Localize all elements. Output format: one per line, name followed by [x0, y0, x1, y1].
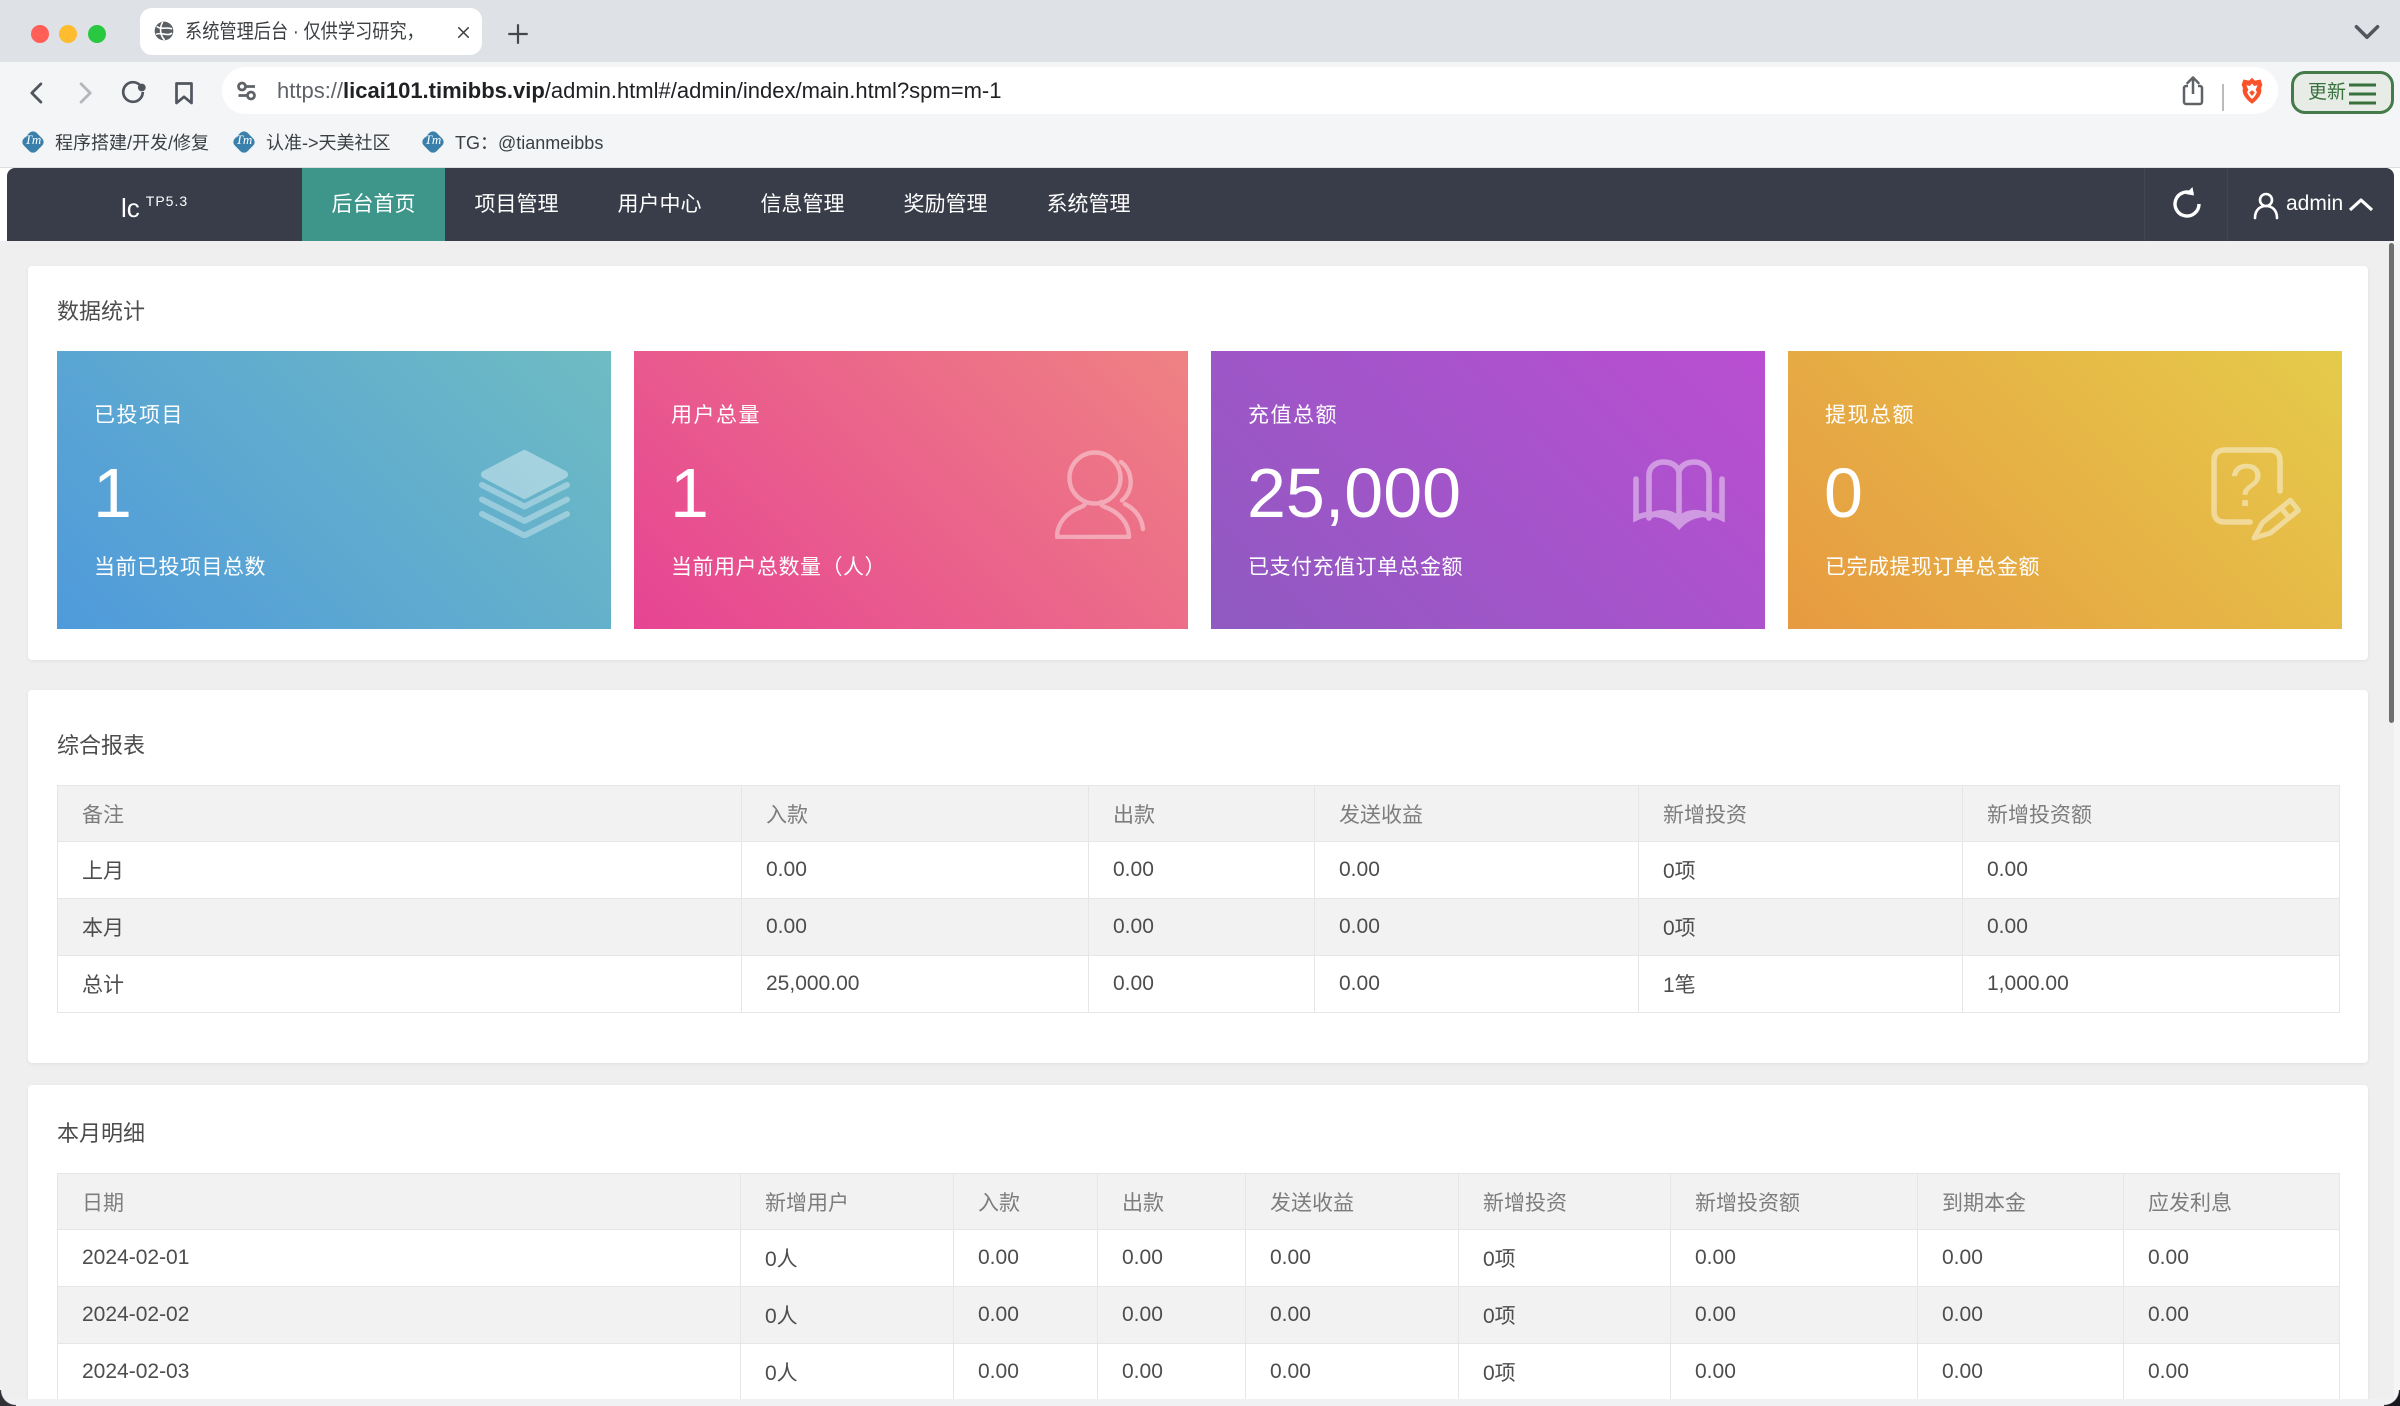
svg-text:?: ?	[2229, 452, 2262, 519]
